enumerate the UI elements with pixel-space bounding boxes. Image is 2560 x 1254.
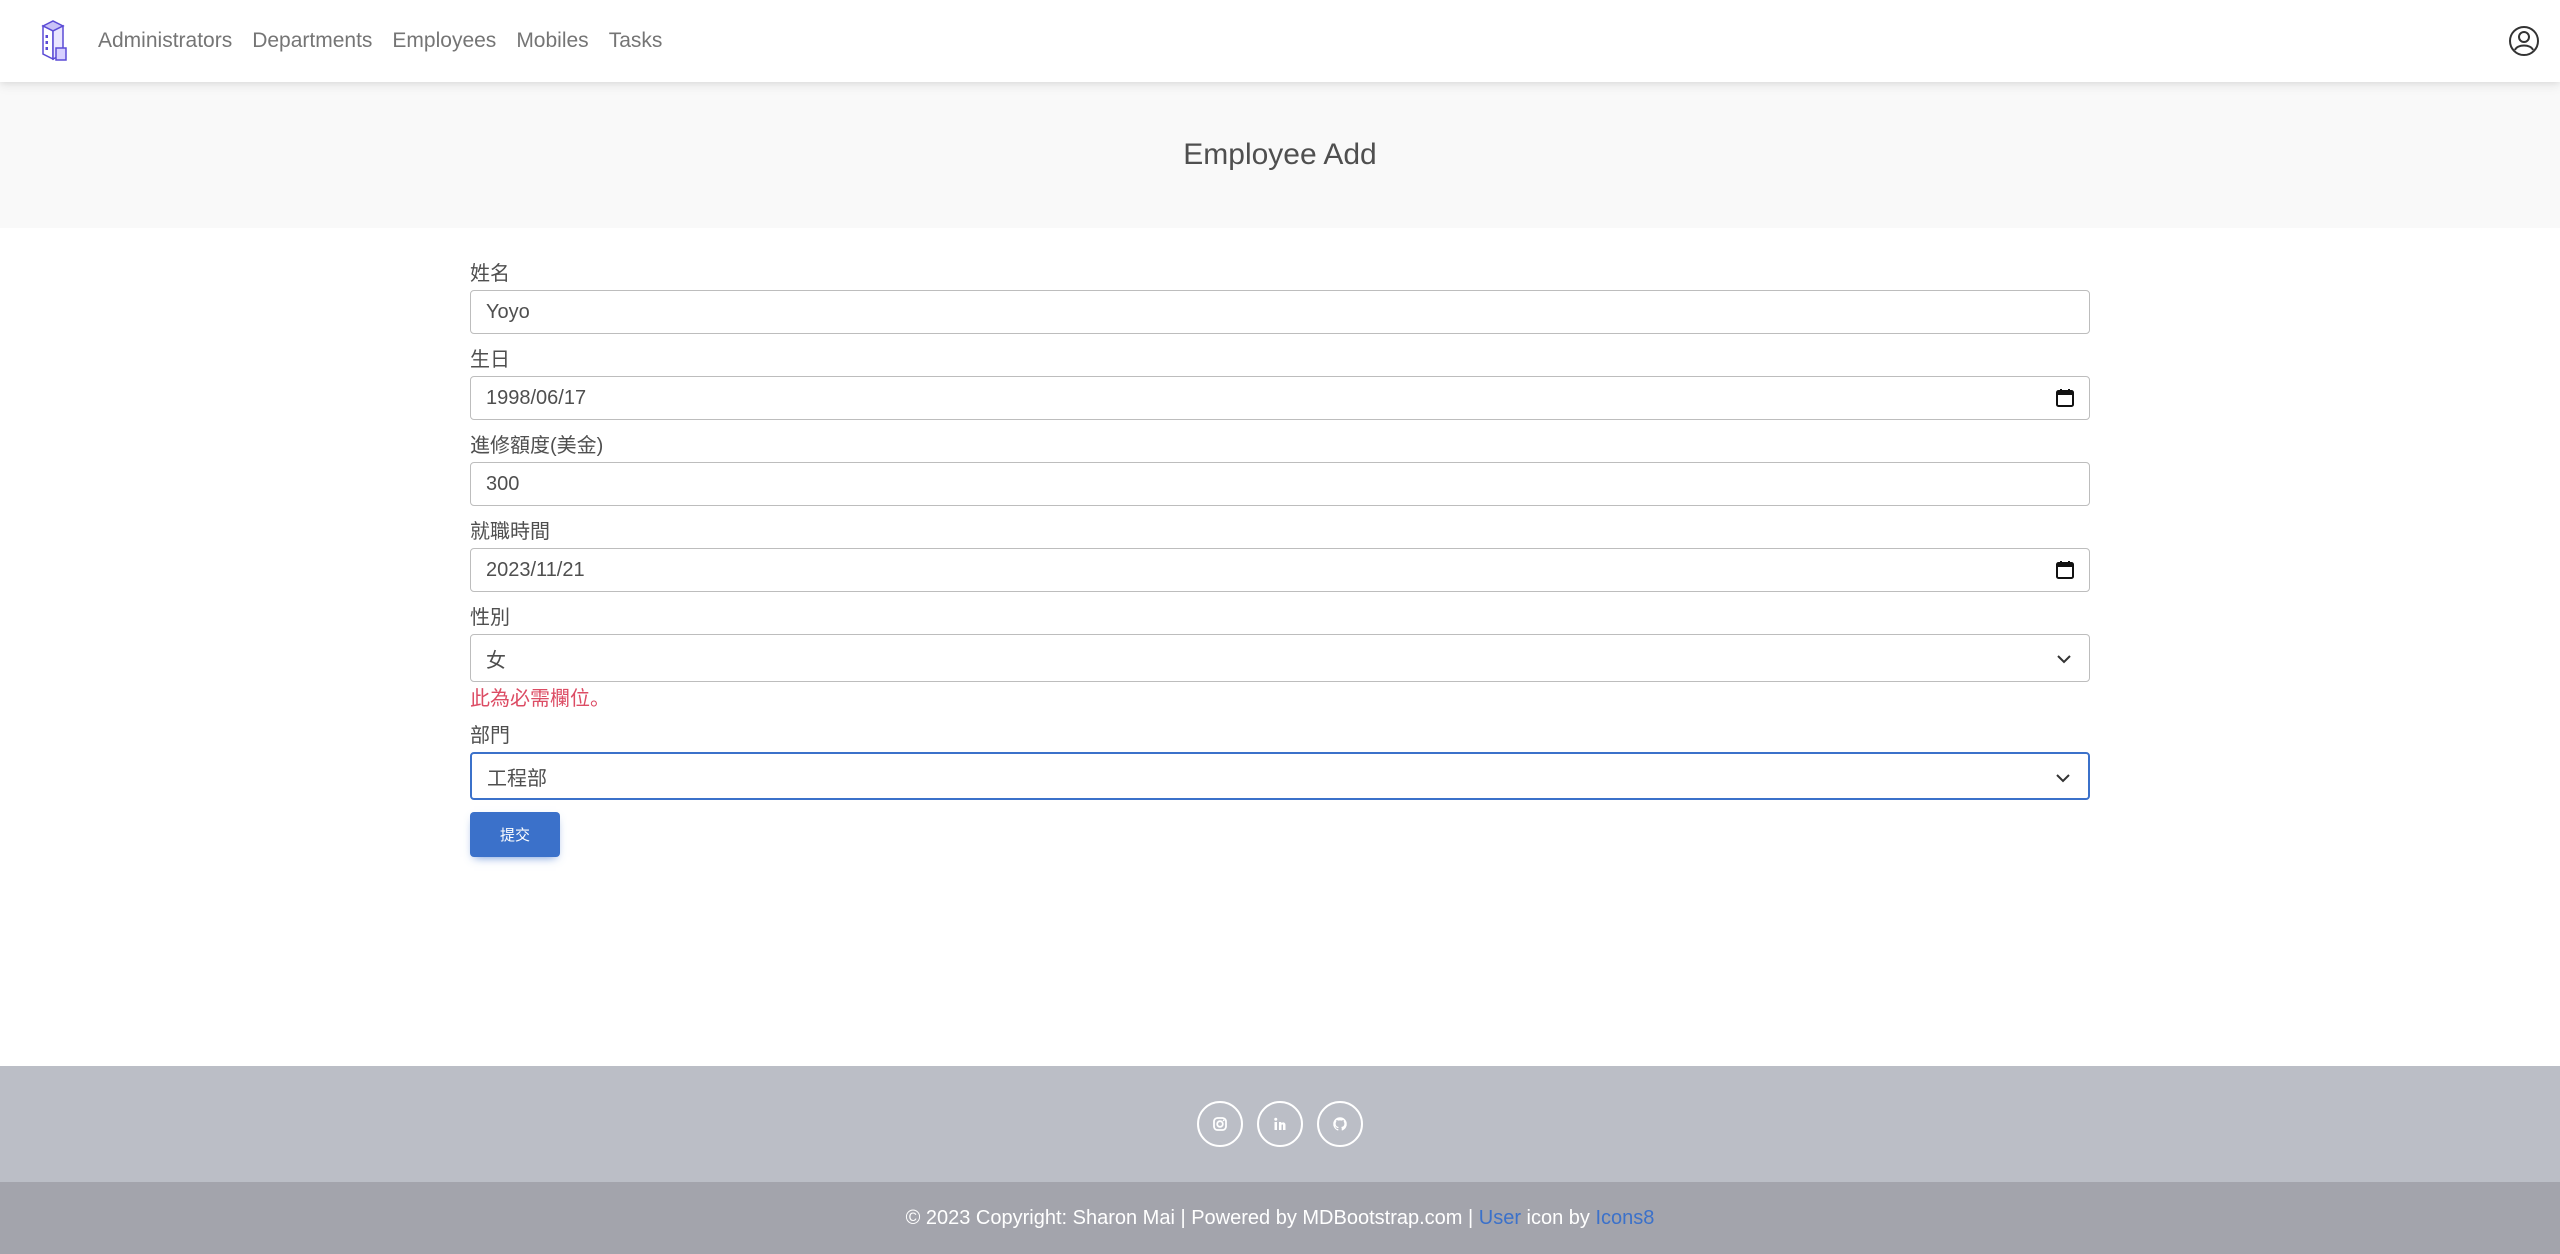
budget-label: 進修額度(美金): [470, 435, 604, 457]
nav-item-departments[interactable]: Departments: [252, 29, 372, 53]
gender-select-value: 女: [486, 649, 506, 672]
submit-button[interactable]: 提交: [470, 812, 560, 857]
page-header: Employee Add: [0, 82, 2560, 228]
nav-links: Administrators Departments Employees Mob…: [98, 0, 682, 82]
linkedin-icon[interactable]: [1257, 1101, 1303, 1147]
page-title: Employee Add: [1183, 138, 1377, 171]
hire-date-label: 就職時間: [470, 521, 550, 543]
name-label: 姓名: [470, 263, 510, 285]
chevron-down-icon: [2056, 774, 2070, 783]
department-label: 部門: [470, 725, 510, 747]
calendar-icon[interactable]: [2055, 388, 2075, 408]
budget-input[interactable]: 300: [470, 462, 2090, 506]
copyright-text: © 2023 Copyright: Sharon Mai | Powered b…: [905, 1206, 1479, 1229]
budget-input-value: 300: [486, 472, 520, 495]
user-icon[interactable]: [2508, 25, 2540, 57]
github-icon[interactable]: [1317, 1101, 1363, 1147]
brand-logo-icon[interactable]: [37, 18, 69, 64]
hire-date-input[interactable]: 2023/11/21: [470, 548, 2090, 592]
icon-by-text: icon by: [1520, 1206, 1596, 1229]
employee-form: 姓名 Yoyo 生日 1998/06/17 進修額度(美金) 300 就職時間 …: [470, 258, 2090, 857]
nav-item-employees[interactable]: Employees: [392, 29, 496, 53]
birthday-date-input[interactable]: 1998/06/17: [470, 376, 2090, 420]
birthday-input-value: 1998/06/17: [486, 386, 587, 409]
nav-item-tasks[interactable]: Tasks: [609, 29, 663, 53]
instagram-icon[interactable]: [1197, 1101, 1243, 1147]
chevron-down-icon: [2057, 655, 2071, 664]
icons8-link[interactable]: Icons8: [1595, 1207, 1654, 1230]
nav-item-administrators[interactable]: Administrators: [98, 29, 232, 53]
nav-item-mobiles[interactable]: Mobiles: [516, 29, 588, 53]
department-select-value: 工程部: [487, 767, 547, 790]
gender-label: 性別: [470, 607, 510, 629]
department-select[interactable]: 工程部: [470, 752, 2090, 800]
gender-select[interactable]: 女: [470, 634, 2090, 682]
hire-date-input-value: 2023/11/21: [486, 558, 585, 581]
footer-copyright: © 2023 Copyright: Sharon Mai | Powered b…: [0, 1182, 2560, 1254]
calendar-icon[interactable]: [2055, 560, 2075, 580]
footer-social-bar: [0, 1066, 2560, 1182]
navbar: Administrators Departments Employees Mob…: [0, 0, 2560, 82]
name-input[interactable]: Yoyo: [470, 290, 2090, 334]
birthday-label: 生日: [470, 349, 510, 371]
name-input-value: Yoyo: [486, 300, 530, 323]
gender-error-message: 此為必需欄位。: [470, 688, 610, 710]
user-icon-link[interactable]: User: [1479, 1207, 1521, 1230]
